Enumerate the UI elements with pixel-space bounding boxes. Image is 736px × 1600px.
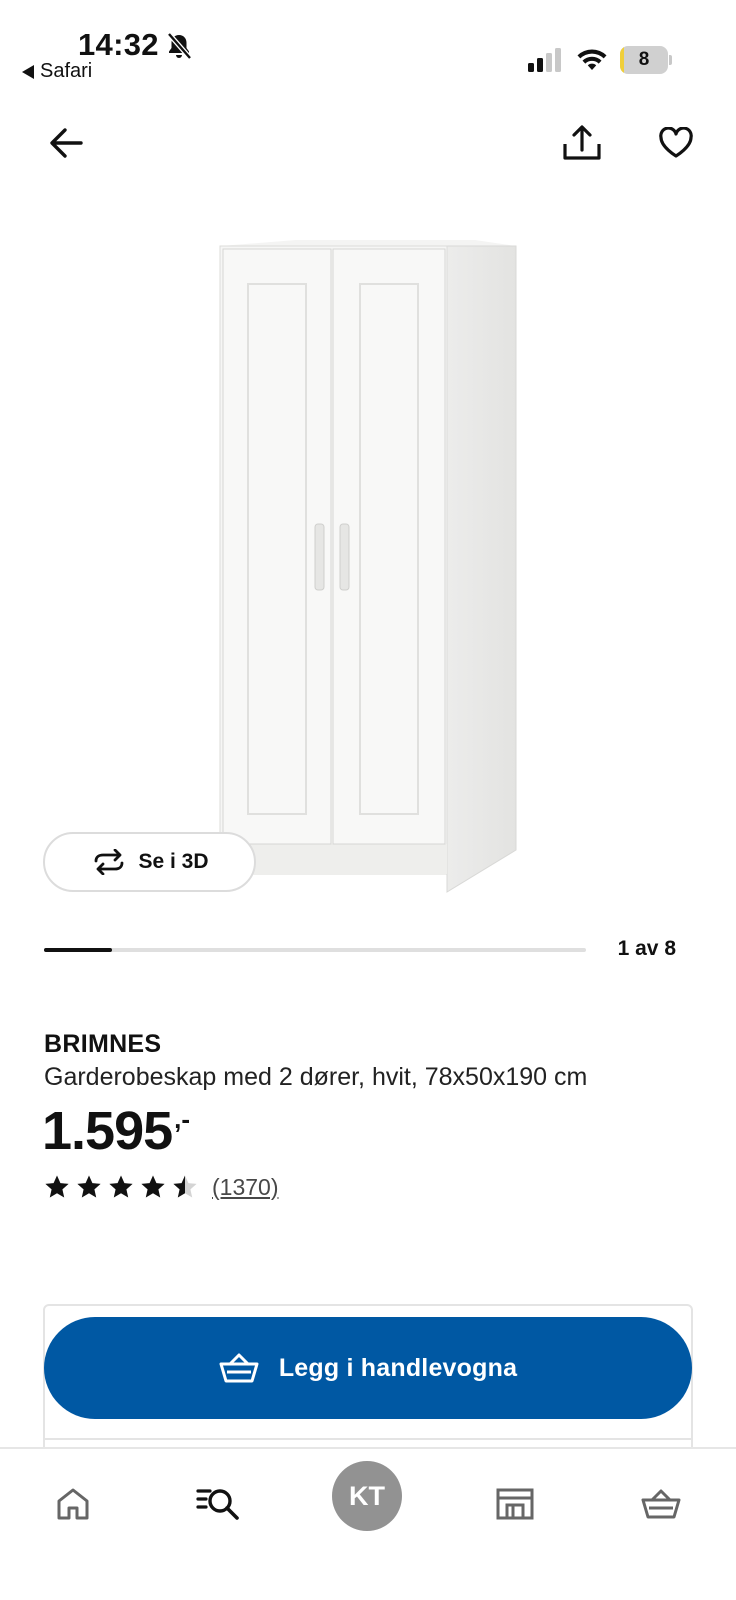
home-icon [57, 1488, 89, 1520]
signal-icon [528, 48, 561, 72]
product-name: BRIMNES [44, 1030, 162, 1058]
battery-icon: 8 [620, 46, 672, 74]
tab-cart[interactable] [626, 1469, 696, 1539]
product-description: Garderobeskap med 2 dører, hvit, 78x50x1… [44, 1063, 588, 1091]
view-in-3d-button[interactable]: Se i 3D [43, 832, 256, 892]
bell-slash-icon [167, 32, 192, 60]
tab-stores[interactable] [480, 1469, 550, 1539]
star-icon [173, 1175, 197, 1198]
view-in-3d-label: Se i 3D [138, 850, 209, 873]
share-icon [563, 125, 601, 160]
battery-level: 8 [638, 49, 650, 70]
basket-icon [641, 1489, 681, 1519]
search-list-icon [196, 1489, 239, 1520]
status-bar: 14:32 Safari 8 [0, 0, 736, 96]
shopping-basket-icon [219, 1353, 259, 1383]
favorite-button[interactable] [650, 117, 702, 169]
product-image[interactable] [200, 232, 530, 894]
review-count-link[interactable]: (1370) [212, 1174, 278, 1201]
rating[interactable]: (1370) [44, 1172, 278, 1202]
tab-home[interactable] [38, 1469, 108, 1539]
bottom-tab-bar: KT [0, 1447, 736, 1600]
star-icon [109, 1175, 133, 1198]
gallery-progress-bar [44, 948, 586, 952]
store-icon [496, 1488, 534, 1520]
tab-search[interactable] [184, 1469, 254, 1539]
avatar[interactable]: KT [332, 1461, 402, 1531]
rating-stars [44, 1174, 198, 1200]
wifi-icon [577, 49, 607, 70]
status-time: 14:32 [78, 27, 159, 62]
product-price: 1.595 ,- [42, 1100, 190, 1162]
price-suffix: ,- [174, 1104, 191, 1134]
rotate-3d-icon [95, 849, 124, 875]
star-icon [45, 1175, 69, 1198]
back-app-label: Safari [40, 60, 93, 82]
heart-icon [659, 127, 693, 158]
price-amount: 1.595 [42, 1101, 173, 1161]
add-to-cart-button[interactable]: Legg i handlevogna [44, 1317, 692, 1419]
back-button[interactable] [40, 117, 92, 169]
arrow-left-icon [50, 128, 83, 158]
gallery-progress-fill [44, 948, 112, 952]
star-icon [77, 1175, 101, 1198]
back-to-safari[interactable]: Safari [22, 60, 92, 83]
share-button[interactable] [556, 117, 608, 169]
star-icon [141, 1175, 165, 1198]
back-triangle-icon [22, 64, 34, 79]
add-to-cart-label: Legg i handlevogna [278, 1353, 518, 1382]
card-divider [45, 1438, 691, 1440]
gallery-counter: 1 av 8 [617, 937, 676, 960]
